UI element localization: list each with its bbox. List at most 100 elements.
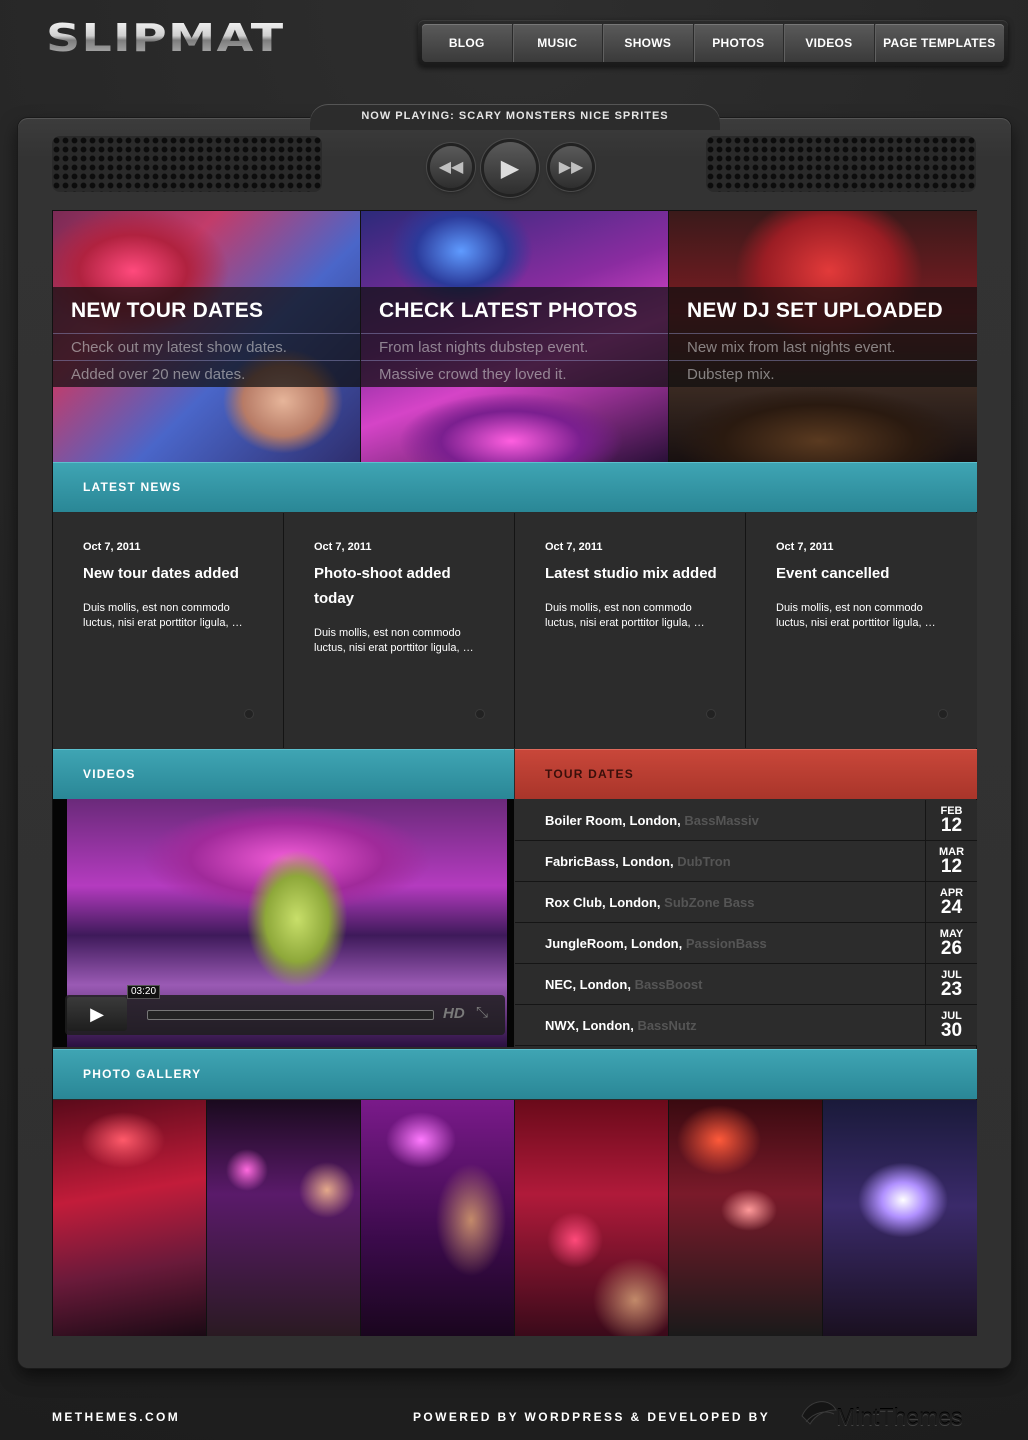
news-title[interactable]: Photo-shoot added today xyxy=(314,561,494,611)
latest-news-heading: LATEST NEWS xyxy=(53,462,977,512)
featured-item[interactable]: CHECK LATEST PHOTOS From last nights dub… xyxy=(361,211,669,462)
news-excerpt: Duis mollis, est non commodo luctus, nis… xyxy=(776,602,936,629)
tour-act: BassBoost xyxy=(634,977,703,992)
now-playing: NOW PLAYING: SCARY MONSTERS NICE SPRITES xyxy=(340,110,690,126)
dot-icon xyxy=(476,710,484,718)
now-playing-track: SCARY MONSTERS NICE SPRITES xyxy=(458,110,669,122)
gallery-photo[interactable] xyxy=(207,1100,361,1336)
gallery-photo[interactable] xyxy=(361,1100,515,1336)
gallery-photo[interactable] xyxy=(515,1100,669,1336)
photo-gallery xyxy=(53,1100,977,1336)
gallery-photo[interactable] xyxy=(53,1100,207,1336)
featured-title: CHECK LATEST PHOTOS xyxy=(379,299,638,322)
main-nav: BLOG MUSIC SHOWS PHOTOS VIDEOS PAGE TEMP… xyxy=(418,20,1008,66)
play-icon: ▶ xyxy=(90,1003,104,1024)
dot-icon xyxy=(245,710,253,718)
tour-row[interactable]: NWX, London, BassNutz JUL 30 xyxy=(515,1005,977,1046)
featured-subtitle: From last nights dubstep event. xyxy=(379,339,589,356)
nav-page-templates[interactable]: PAGE TEMPLATES xyxy=(875,24,1004,62)
news-list: Oct 7, 2011 New tour dates added Duis mo… xyxy=(53,513,977,748)
tour-venue: NWX, London, xyxy=(545,1018,634,1033)
nav-videos[interactable]: VIDEOS xyxy=(784,24,875,62)
video-time: 03:20 xyxy=(127,985,161,999)
footer-site-link[interactable]: METHEMES.COM xyxy=(52,1410,180,1424)
news-item[interactable]: Oct 7, 2011 Latest studio mix added Duis… xyxy=(515,513,746,748)
tour-day: 30 xyxy=(940,1020,963,1041)
featured-slider: NEW TOUR DATES Check out my latest show … xyxy=(53,211,977,462)
tour-day: 12 xyxy=(940,815,963,836)
tour-venue: JungleRoom, London, xyxy=(545,936,683,951)
video-player[interactable]: ▶ 03:20 HD ⤡ xyxy=(53,799,514,1047)
tour-day: 26 xyxy=(940,938,963,959)
tour-dates-heading: TOUR DATES xyxy=(515,749,977,799)
tour-day: 23 xyxy=(940,979,963,1000)
nav-music[interactable]: MUSIC xyxy=(513,24,604,62)
featured-subtitle: Added over 20 new dates. xyxy=(71,366,246,383)
dot-icon xyxy=(939,710,947,718)
tour-row[interactable]: JungleRoom, London, PassionBass MAY 26 xyxy=(515,923,977,964)
nav-blog[interactable]: BLOG xyxy=(422,24,513,62)
tour-venue: Rox Club, London, xyxy=(545,895,661,910)
featured-title: NEW DJ SET UPLOADED xyxy=(687,299,943,322)
featured-title: NEW TOUR DATES xyxy=(71,299,264,322)
tour-row[interactable]: Rox Club, London, SubZone Bass APR 24 xyxy=(515,882,977,923)
play-icon: ▶ xyxy=(500,154,520,182)
news-title[interactable]: New tour dates added xyxy=(83,561,263,586)
tour-act: SubZone Bass xyxy=(664,895,755,910)
tour-act: BassMassiv xyxy=(684,813,759,828)
tour-venue: NEC, London, xyxy=(545,977,631,992)
news-item[interactable]: Oct 7, 2011 New tour dates added Duis mo… xyxy=(53,513,284,748)
featured-subtitle: Check out my latest show dates. xyxy=(71,339,287,356)
news-date: Oct 7, 2011 xyxy=(83,541,141,553)
tour-row[interactable]: FabricBass, London, DubTron MAR 12 xyxy=(515,841,977,882)
news-date: Oct 7, 2011 xyxy=(776,541,834,553)
tour-act: PassionBass xyxy=(685,936,767,951)
news-title[interactable]: Event cancelled xyxy=(776,561,956,586)
play-button[interactable]: ▶ xyxy=(484,142,536,194)
tour-row[interactable]: Boiler Room, London, BassMassiv FEB 12 xyxy=(515,800,977,841)
tour-day: 24 xyxy=(940,897,963,918)
news-item[interactable]: Oct 7, 2011 Photo-shoot added today Duis… xyxy=(284,513,515,748)
rewind-button[interactable]: ◀◀ xyxy=(430,146,472,188)
dot-icon xyxy=(707,710,715,718)
footer-partner-logo[interactable]: MintThemes xyxy=(836,1404,963,1431)
video-progress-bar[interactable] xyxy=(147,1010,434,1020)
nav-shows[interactable]: SHOWS xyxy=(603,24,694,62)
hd-toggle[interactable]: HD xyxy=(443,1005,465,1022)
videos-heading: VIDEOS xyxy=(53,749,514,799)
news-date: Oct 7, 2011 xyxy=(545,541,603,553)
fullscreen-icon[interactable]: ⤡ xyxy=(476,1004,488,1021)
news-excerpt: Duis mollis, est non commodo luctus, nis… xyxy=(83,602,243,629)
news-item[interactable]: Oct 7, 2011 Event cancelled Duis mollis,… xyxy=(746,513,977,748)
tour-act: DubTron xyxy=(677,854,731,869)
gallery-photo[interactable] xyxy=(823,1100,977,1336)
photo-gallery-heading: PHOTO GALLERY xyxy=(53,1049,977,1099)
news-title[interactable]: Latest studio mix added xyxy=(545,561,725,586)
fast-forward-button[interactable]: ▶▶ xyxy=(550,146,592,188)
main-content: NEW TOUR DATES Check out my latest show … xyxy=(52,210,977,1336)
tour-row[interactable]: NEC, London, BassBoost JUL 23 xyxy=(515,964,977,1005)
now-playing-label: NOW PLAYING: xyxy=(361,110,455,122)
gallery-photo[interactable] xyxy=(669,1100,823,1336)
tour-venue: FabricBass, London, xyxy=(545,854,674,869)
featured-item[interactable]: NEW TOUR DATES Check out my latest show … xyxy=(53,211,361,462)
speaker-grille-right xyxy=(706,136,976,192)
news-date: Oct 7, 2011 xyxy=(314,541,372,553)
nav-photos[interactable]: PHOTOS xyxy=(694,24,785,62)
rewind-icon: ◀◀ xyxy=(438,159,464,176)
site-logo[interactable]: SLIPMAT xyxy=(46,16,284,60)
featured-subtitle: New mix from last nights event. xyxy=(687,339,896,356)
tour-day: 12 xyxy=(940,856,963,877)
featured-subtitle: Dubstep mix. xyxy=(687,366,775,383)
footer-credits: POWERED BY WORDPRESS & DEVELOPED BY xyxy=(413,1410,771,1424)
fast-forward-icon: ▶▶ xyxy=(558,159,584,176)
tour-dates-list: Boiler Room, London, BassMassiv FEB 12 Fa… xyxy=(515,800,977,1046)
news-excerpt: Duis mollis, est non commodo luctus, nis… xyxy=(545,602,705,629)
speaker-grille-left xyxy=(52,136,322,192)
news-excerpt: Duis mollis, est non commodo luctus, nis… xyxy=(314,627,474,654)
tour-act: BassNutz xyxy=(637,1018,697,1033)
tour-venue: Boiler Room, London, xyxy=(545,813,681,828)
featured-item[interactable]: NEW DJ SET UPLOADED New mix from last ni… xyxy=(669,211,977,462)
featured-subtitle: Massive crowd they loved it. xyxy=(379,366,567,383)
video-play-button[interactable]: ▶ xyxy=(67,997,127,1031)
